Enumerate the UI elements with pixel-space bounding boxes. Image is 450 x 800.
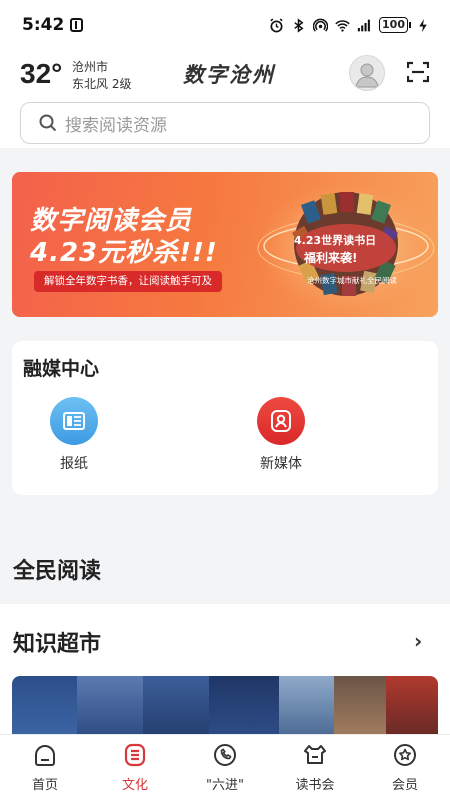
member-icon [394,744,416,766]
scan-icon[interactable] [407,61,429,83]
wifi-icon [335,19,350,32]
magazine-cover[interactable] [209,676,279,734]
magazine-cover[interactable] [386,676,438,734]
weather-info: 沧州市 东北风 2级 [72,59,131,93]
bottom-tab-bar: 首页 文化 "六进" 读书会 会员 [0,734,450,800]
magazine-cover[interactable] [143,676,209,734]
banner-badge-line2: 福利来袭! [304,251,358,265]
status-time: 5:42 [22,15,65,35]
new-media-label: 新媒体 [260,456,302,472]
tab-culture-label: 文化 [121,778,148,793]
nfc-icon [70,18,84,32]
section-title-quanmin: 全民阅读 [13,559,102,584]
tab-culture[interactable]: 文化 [90,735,180,800]
user-avatar-icon [355,63,379,88]
tab-liujin-label: "六进" [206,778,244,793]
newspaper-label: 报纸 [60,456,88,472]
bluetooth-icon [294,17,304,33]
newspaper-icon [50,397,98,445]
battery-level: 100 [379,17,408,33]
banner-badge-line1: 4.23世界读书日 [294,234,377,247]
temperature: 32° [20,58,63,89]
home-icon [35,745,55,766]
tab-home-label: 首页 [31,778,58,793]
search-icon [39,114,57,132]
chevron-right-icon[interactable]: › [414,629,422,653]
magazine-cover[interactable] [12,676,77,734]
search-input[interactable]: 搜索阅读资源 [20,102,430,144]
battery-indicator: 100 [379,17,411,33]
new-media-entry[interactable]: 新媒体 [246,397,316,473]
app-title: 数字沧州 [183,62,275,87]
phone-circle-icon [214,744,236,766]
hotspot-icon [313,18,329,32]
media-center-title: 融媒中心 [23,358,100,380]
city-name: 沧州市 [72,60,109,74]
search-placeholder: 搜索阅读资源 [65,115,167,136]
newspaper-entry[interactable]: 报纸 [39,397,109,473]
banner-badge-line3: 沧州数字城市献礼全民阅读 [307,276,397,285]
banner-title-line2: 4.23元秒杀!!! [30,238,218,268]
avatar[interactable] [349,55,385,91]
magazine-cover[interactable] [334,676,386,734]
section-title-zhishi: 知识超市 [13,632,102,657]
promo-banner[interactable]: 数字阅读会员 4.23元秒杀!!! 解锁全年数字书香，让阅读触手可及 4.23世… [12,172,438,317]
magazine-strip[interactable] [12,676,438,734]
new-media-icon [257,397,305,445]
book-club-icon [304,745,326,764]
magazine-cover[interactable] [279,676,334,734]
header: 32° 沧州市 东北风 2级 数字沧州 搜索阅读资源 [0,50,450,148]
status-bar: 5:42 100 [0,0,450,50]
wind-info: 东北风 2级 [72,77,132,91]
charging-icon [419,18,427,32]
tab-liujin[interactable]: "六进" [180,735,270,800]
tab-home[interactable]: 首页 [0,735,90,800]
culture-icon [124,743,146,767]
magazine-cover[interactable] [77,676,143,734]
tab-book-club-label: 读书会 [295,778,335,793]
media-center-card: 融媒中心 报纸 新媒体 [12,341,438,495]
banner-tagline: 解锁全年数字书香，让阅读触手可及 [34,271,222,292]
tab-book-club[interactable]: 读书会 [270,735,360,800]
signal-icon [357,19,370,31]
tab-member[interactable]: 会员 [360,735,450,800]
tab-member-label: 会员 [391,778,418,793]
alarm-icon [270,17,283,32]
